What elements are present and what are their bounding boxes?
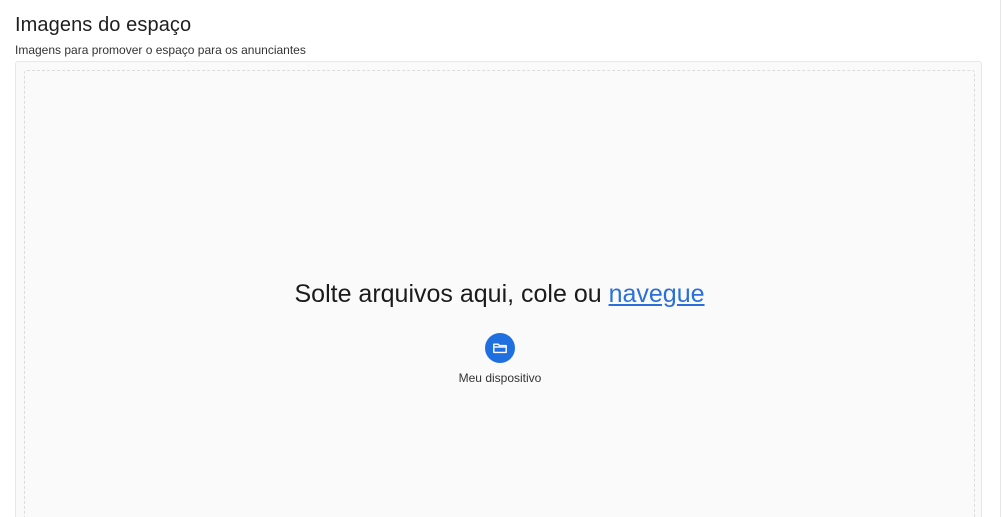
my-device-button[interactable]: Meu dispositivo xyxy=(456,333,544,385)
drop-text: Solte arquivos aqui, cole ou xyxy=(294,280,609,308)
browse-link[interactable]: navegue xyxy=(609,280,705,308)
folder-icon xyxy=(485,333,515,363)
image-uploader: Solte arquivos aqui, cole ou navegue Meu… xyxy=(15,61,982,517)
drop-zone[interactable]: Solte arquivos aqui, cole ou navegue Meu… xyxy=(24,70,975,517)
section-title: Imagens do espaço xyxy=(15,14,192,36)
drop-instructions: Solte arquivos aqui, cole ou navegue xyxy=(25,278,974,310)
my-device-label: Meu dispositivo xyxy=(458,371,542,385)
panel-divider xyxy=(1000,0,1001,517)
section-subtitle: Imagens para promover o espaço para os a… xyxy=(15,43,306,57)
page: Imagens do espaço Imagens para promover … xyxy=(0,0,1003,517)
